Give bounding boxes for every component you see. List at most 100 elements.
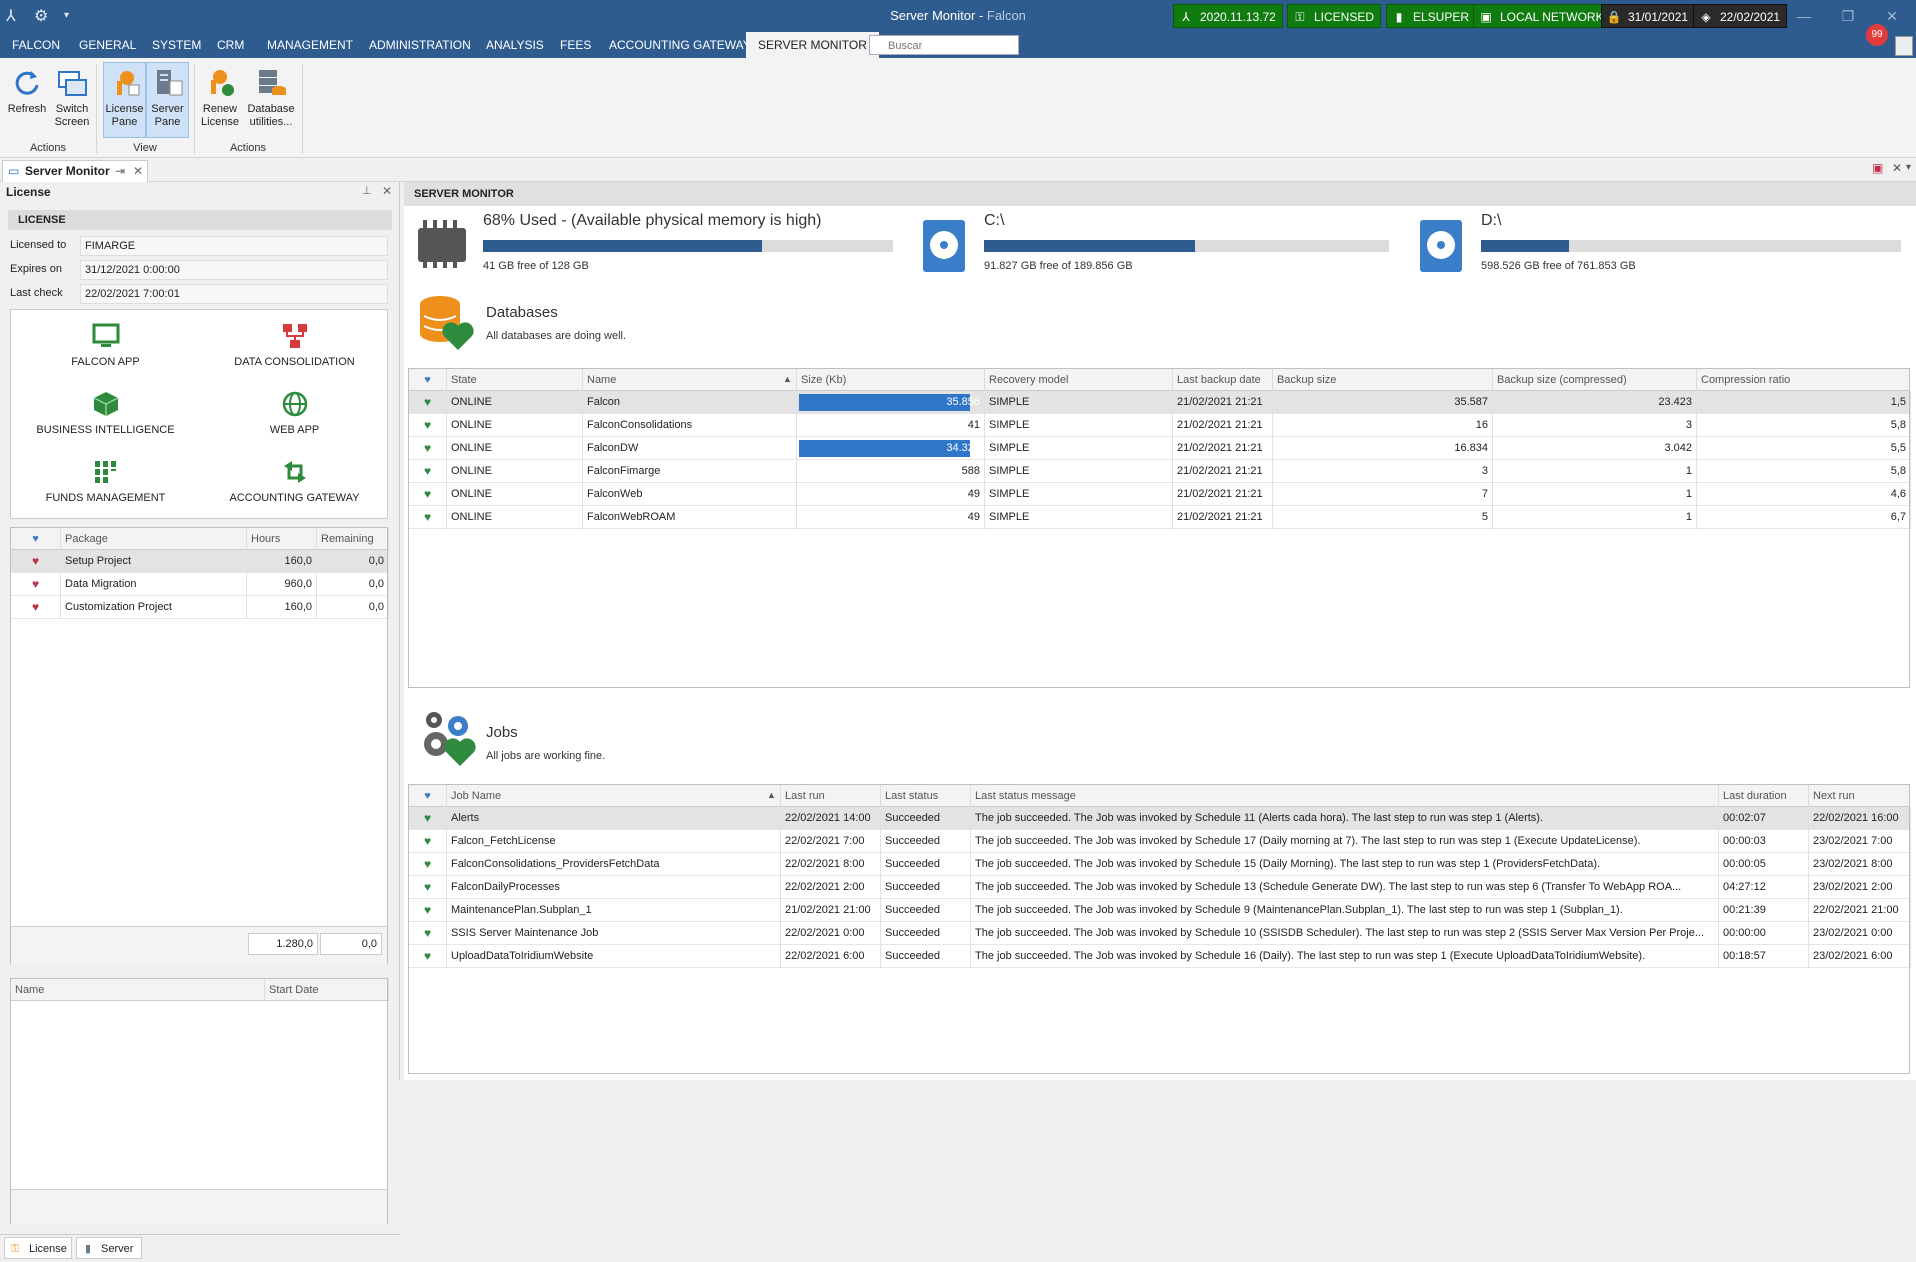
module-accounting-gateway[interactable]: ACCOUNTING GATEWAY <box>200 458 389 504</box>
table-row[interactable]: ♥ Customization Project 160,0 0,0 <box>11 596 389 619</box>
col-recovery-model[interactable]: Recovery model <box>985 369 1173 391</box>
server-monitor-panel: SERVER MONITOR 68% Used - (Available phy… <box>404 182 1916 1080</box>
company-badge[interactable]: ▮ ELSUPER <box>1386 4 1477 28</box>
col-last-duration[interactable]: Last duration <box>1719 785 1809 807</box>
col-hours[interactable]: Hours <box>247 528 317 550</box>
globe-icon <box>282 391 307 417</box>
tab-analysis[interactable]: ANALYSIS <box>478 32 552 58</box>
sessions-table: Name Start Date <box>10 978 389 1224</box>
box-date-badge[interactable]: ◈ 22/02/2021 <box>1693 4 1788 28</box>
switch-screen-label: Switch Screen <box>54 103 90 128</box>
renew-license-button[interactable]: Renew License <box>197 62 243 138</box>
bottom-tab-server[interactable]: ▮ Server <box>76 1237 142 1259</box>
tab-crm[interactable]: CRM <box>209 32 252 58</box>
table-row[interactable]: ♥ Falcon_FetchLicense 22/02/2021 7:00 Succe… <box>409 830 1911 853</box>
tab-accounting-gateway[interactable]: ACCOUNTING GATEWAY <box>601 32 759 58</box>
table-row[interactable]: ♥ ONLINE FalconDW 34.325 SIMPLE 21/02/2021 21… <box>409 437 1911 460</box>
col-compression-ratio[interactable]: Compression ratio <box>1697 369 1911 391</box>
sort-ascending-icon[interactable]: ▲ <box>767 790 776 800</box>
module-business-intelligence[interactable]: BUSINESS INTELLIGENCE <box>11 390 200 436</box>
close-all-icon[interactable]: ✕ <box>1892 161 1902 175</box>
table-row[interactable]: ♥ Setup Project 160,0 0,0 <box>11 550 389 573</box>
close-tab-icon[interactable]: ✕ <box>133 161 143 181</box>
tab-administration[interactable]: ADMINISTRATION <box>361 32 479 58</box>
tab-management[interactable]: MANAGEMENT <box>259 32 361 58</box>
tab-fees[interactable]: FEES <box>552 32 599 58</box>
table-row[interactable]: ♥ ONLINE Falcon 35.856 SIMPLE 21/02/2021 21:2… <box>409 391 1911 414</box>
col-status-message[interactable]: Last status message <box>971 785 1719 807</box>
drive-c-meter: C:\ 91.827 GB free of 189.856 GB <box>984 212 1389 272</box>
table-row[interactable]: ♥ ONLINE FalconConsolidations 41 SIMPLE 21/02… <box>409 414 1911 437</box>
col-job-name[interactable]: Job Name <box>447 785 781 807</box>
close-panel-icon[interactable]: ✕ <box>382 184 392 198</box>
refresh-label: Refresh <box>7 103 47 115</box>
table-row[interactable]: ♥ MaintenancePlan.Subplan_1 21/02/2021 21:… <box>409 899 1911 922</box>
col-name[interactable]: Name <box>11 979 265 1001</box>
table-row[interactable]: ♥ ONLINE FalconWebROAM 49 SIMPLE 21/02/2021 2… <box>409 506 1911 529</box>
version-badge[interactable]: ⅄ 2020.11.13.72 <box>1173 4 1283 28</box>
license-badge[interactable]: ⚿ LICENSED <box>1287 4 1382 28</box>
col-remaining[interactable]: Remaining <box>317 528 389 550</box>
user-avatar[interactable] <box>1895 36 1913 56</box>
table-row[interactable]: ♥ FalconConsolidations_ProvidersFetchData… <box>409 853 1911 876</box>
health-heart-icon: ♥ <box>409 483 447 506</box>
table-row[interactable]: ♥ Data Migration 960,0 0,0 <box>11 573 389 596</box>
database-health-icon <box>420 296 474 350</box>
module-funds-management[interactable]: FUNDS MANAGEMENT <box>11 458 200 504</box>
col-last-backup[interactable]: Last backup date <box>1173 369 1273 391</box>
col-next-run[interactable]: Next run <box>1809 785 1911 807</box>
col-state[interactable]: State <box>447 369 583 391</box>
database-utilities-button[interactable]: Database utilities... <box>243 62 299 138</box>
health-header-icon: ♥ <box>409 785 447 807</box>
health-heart-icon: ♥ <box>409 945 447 968</box>
lock-date-badge[interactable]: 🔒 31/01/2021 <box>1601 4 1696 28</box>
pin-icon[interactable]: ⇥ <box>115 161 125 181</box>
server-pane-button[interactable]: Server Pane <box>146 62 189 138</box>
col-start-date[interactable]: Start Date <box>265 979 389 1001</box>
sort-ascending-icon[interactable]: ▲ <box>783 374 792 384</box>
module-falcon-app[interactable]: FALCON APP <box>11 322 200 368</box>
table-row[interactable]: ♥ UploadDataToIridiumWebsite 22/02/2021 6:… <box>409 945 1911 968</box>
col-size[interactable]: Size (Kb) <box>797 369 985 391</box>
layout-icon[interactable]: ▣ <box>1872 161 1883 175</box>
doc-tab-server-monitor[interactable]: ▭ Server Monitor ⇥ ✕ <box>2 160 148 182</box>
col-last-run[interactable]: Last run <box>781 785 881 807</box>
switch-screen-button[interactable]: Switch Screen <box>50 62 94 138</box>
health-header-icon: ♥ <box>409 369 447 391</box>
title-bar: ⅄ ⚙ ▾ Server Monitor - Falcon ⅄ 2020.11.1… <box>0 0 1916 32</box>
health-heart-icon: ♥ <box>409 391 447 414</box>
bottom-tab-license[interactable]: ⚿ License <box>4 1237 72 1259</box>
minimize-button[interactable]: — <box>1786 4 1822 28</box>
tab-falcon[interactable]: FALCON <box>4 32 68 58</box>
module-web-app[interactable]: WEB APP <box>200 390 389 436</box>
col-package[interactable]: Package <box>61 528 247 550</box>
table-row[interactable]: ♥ ONLINE FalconFimarge 588 SIMPLE 21/02/2021 … <box>409 460 1911 483</box>
health-heart-icon: ♥ <box>409 506 447 529</box>
module-data-consolidation[interactable]: DATA CONSOLIDATION <box>200 322 389 368</box>
tab-general[interactable]: GENERAL <box>71 32 144 58</box>
maximize-button[interactable]: ❐ <box>1830 4 1866 28</box>
col-backup-compressed[interactable]: Backup size (compressed) <box>1493 369 1697 391</box>
table-row[interactable]: ♥ Alerts 22/02/2021 14:00 Succeeded The job … <box>409 807 1911 830</box>
user-icon: ⅄ <box>1182 10 1190 24</box>
search-input[interactable] <box>869 35 1019 55</box>
network-badge[interactable]: ▣ LOCAL NETWORK <box>1473 4 1611 28</box>
health-heart-icon: ♥ <box>409 922 447 945</box>
doc-tab-label: Server Monitor <box>25 164 110 178</box>
table-row[interactable]: ♥ FalconDailyProcesses 22/02/2021 2:00 Succ… <box>409 876 1911 899</box>
chevron-down-icon[interactable]: ▾ <box>1906 162 1911 173</box>
refresh-button[interactable]: Refresh <box>4 62 50 138</box>
ribbon-group-actions-2: Actions <box>229 142 267 154</box>
col-last-status[interactable]: Last status <box>881 785 971 807</box>
jobs-table: ♥ Job Name ▲ Last run Last status Last s… <box>408 784 1911 1074</box>
license-pane-button[interactable]: License Pane <box>103 62 146 138</box>
tab-server-monitor[interactable]: SERVER MONITOR <box>746 32 879 58</box>
health-heart-icon: ♥ <box>409 830 447 853</box>
pin-icon[interactable]: ⊥ <box>362 184 372 197</box>
table-row[interactable]: ♥ ONLINE FalconWeb 49 SIMPLE 21/02/2021 21:21… <box>409 483 1911 506</box>
table-row[interactable]: ♥ SSIS Server Maintenance Job 22/02/2021 0… <box>409 922 1911 945</box>
col-db-name[interactable]: Name <box>583 369 797 391</box>
notification-badge[interactable]: 99 <box>1866 24 1888 46</box>
tab-system[interactable]: SYSTEM <box>144 32 209 58</box>
col-backup-size[interactable]: Backup size <box>1273 369 1493 391</box>
